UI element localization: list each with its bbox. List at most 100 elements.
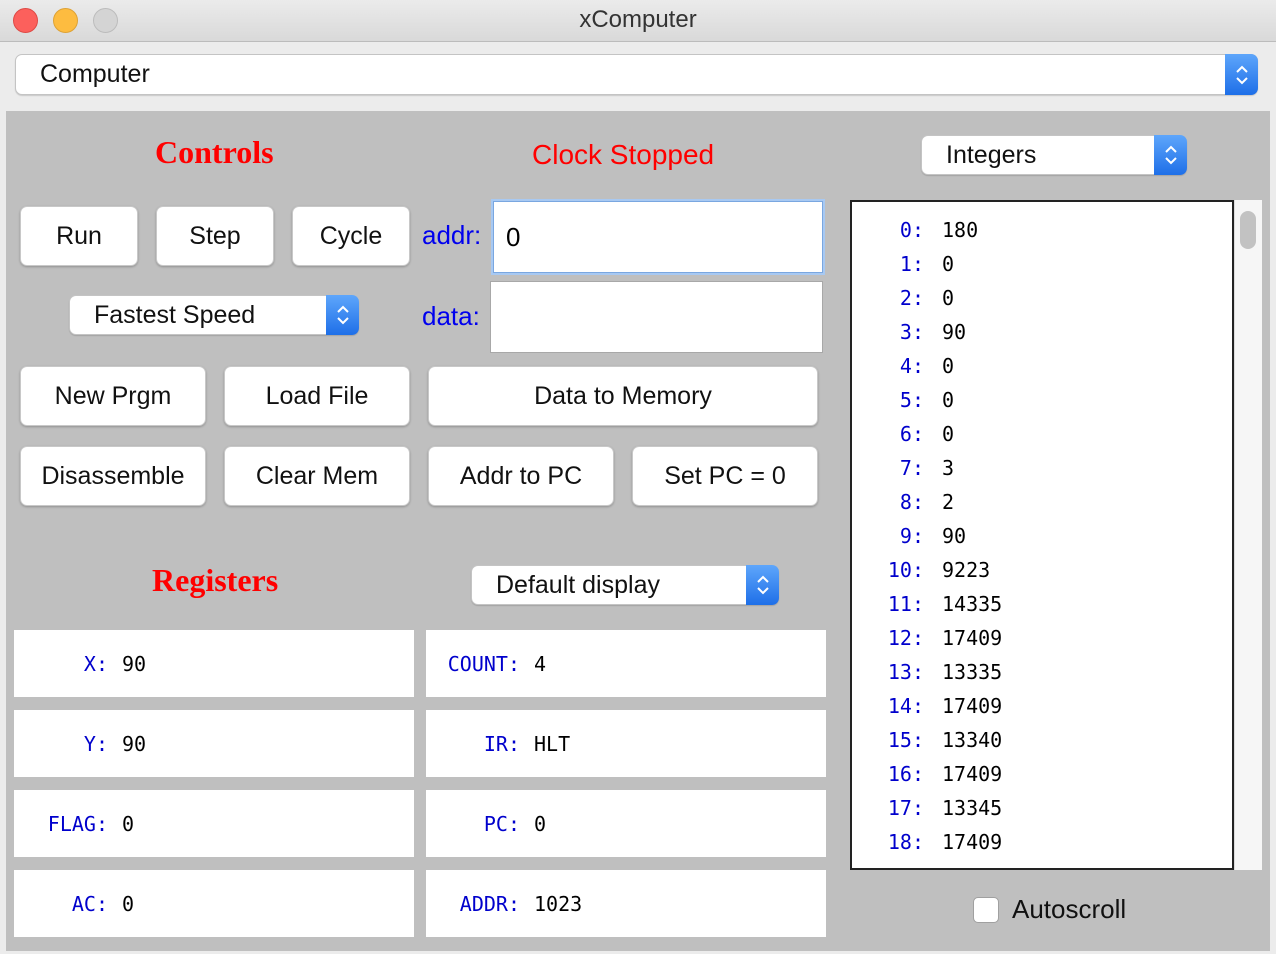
register-name: AC: (71, 891, 108, 916)
memory-format-value: Integers (946, 140, 1037, 169)
register-addr: ADDR: 1023 (426, 870, 826, 937)
addr-value: 0 (506, 221, 521, 252)
memory-list[interactable]: 0: 180 1: 0 2: 0 3: 90 4: 0 5: 0 6: 0 7: 3 8: 2 9: 90 10: 922… (850, 200, 1234, 870)
memory-address: 6: (899, 422, 924, 446)
register-ir: IR: HLT (426, 710, 826, 777)
register-name: Y: (83, 731, 108, 756)
memory-address: 3: (899, 320, 924, 344)
memory-row[interactable]: 14: 17409 (852, 689, 1002, 723)
memory-value: 9223 (942, 558, 991, 582)
memory-row[interactable]: 18: 17409 (852, 825, 1002, 859)
memory-address: 2: (899, 286, 924, 310)
memory-row[interactable]: 11: 14335 (852, 587, 1002, 621)
autoscroll-label: Autoscroll (1012, 894, 1127, 924)
memory-row[interactable]: 13: 13335 (852, 655, 1002, 689)
speed-select[interactable]: Fastest Speed (69, 295, 359, 335)
controls-heading: Controls (155, 134, 274, 170)
memory-row[interactable]: 8: 2 (852, 485, 954, 519)
memory-value: 180 (942, 218, 979, 242)
data-to-memory-button[interactable]: Data to Memory (428, 366, 818, 426)
register-name: PC: (483, 811, 520, 836)
memory-scrollbar-thumb[interactable] (1240, 211, 1256, 249)
memory-value: 13340 (942, 728, 1003, 752)
memory-address: 10: (887, 558, 924, 582)
memory-row[interactable]: 10: 9223 (852, 553, 990, 587)
memory-address: 8: (899, 490, 924, 514)
memory-row[interactable]: 4: 0 (852, 349, 954, 383)
register-y: Y: 90 (14, 710, 414, 777)
addr-field[interactable]: 0 (493, 201, 823, 273)
data-field[interactable] (490, 281, 823, 353)
memory-row[interactable]: 1: 0 (852, 247, 954, 281)
load-file-button[interactable]: Load File (224, 366, 410, 426)
chevron-up-down-icon (746, 565, 779, 605)
memory-scrollbar[interactable] (1234, 200, 1262, 870)
memory-value: 90 (942, 524, 967, 548)
memory-row[interactable]: 3: 90 (852, 315, 966, 349)
memory-address: 4: (899, 354, 924, 378)
autoscroll-checkbox[interactable] (973, 897, 999, 923)
register-display-value: Default display (496, 570, 660, 599)
memory-row[interactable]: 2: 0 (852, 281, 954, 315)
memory-value: 13345 (942, 796, 1003, 820)
memory-address: 11: (887, 592, 924, 616)
memory-row[interactable]: 7: 3 (852, 451, 954, 485)
data-label: data: (422, 301, 480, 331)
register-name: COUNT: (447, 651, 520, 676)
memory-value: 0 (942, 354, 955, 378)
chevron-up-down-icon (1225, 54, 1258, 95)
set-pc-zero-button[interactable]: Set PC = 0 (632, 446, 818, 506)
run-button[interactable]: Run (20, 206, 138, 266)
step-button[interactable]: Step (156, 206, 274, 266)
memory-value: 17409 (942, 762, 1003, 786)
memory-value: 0 (942, 286, 955, 310)
register-pc: PC: 0 (426, 790, 826, 857)
memory-address: 18: (887, 830, 924, 854)
register-name: FLAG: (47, 811, 108, 836)
memory-address: 7: (899, 456, 924, 480)
register-value: 90 (122, 731, 147, 756)
mode-select-value: Computer (40, 60, 150, 88)
cycle-button[interactable]: Cycle (292, 206, 410, 266)
memory-value: 0 (942, 252, 955, 276)
memory-address: 15: (887, 728, 924, 752)
register-x: X: 90 (14, 630, 414, 697)
register-name: IR: (483, 731, 520, 756)
register-value: 0 (122, 811, 135, 836)
disassemble-button[interactable]: Disassemble (20, 446, 206, 506)
memory-address: 17: (887, 796, 924, 820)
addr-to-pc-button[interactable]: Addr to PC (428, 446, 614, 506)
memory-format-select[interactable]: Integers (921, 135, 1187, 175)
memory-row[interactable]: 6: 0 (852, 417, 954, 451)
new-program-button[interactable]: New Prgm (20, 366, 206, 426)
registers-heading: Registers (152, 562, 279, 598)
window-title: xComputer (579, 6, 697, 33)
memory-value: 0 (942, 388, 955, 412)
memory-address: 0: (899, 218, 924, 242)
register-display-select[interactable]: Default display (471, 565, 779, 605)
memory-address: 1: (899, 252, 924, 276)
register-ac: AC: 0 (14, 870, 414, 937)
memory-row[interactable]: 9: 90 (852, 519, 966, 553)
memory-value: 3 (942, 456, 955, 480)
memory-row[interactable]: 12: 17409 (852, 621, 1002, 655)
memory-address: 13: (887, 660, 924, 684)
addr-label: addr: (422, 220, 482, 250)
memory-value: 17409 (942, 694, 1003, 718)
clear-memory-button[interactable]: Clear Mem (224, 446, 410, 506)
mode-select[interactable]: Computer (15, 54, 1258, 95)
memory-row[interactable]: 0: 180 (852, 213, 978, 247)
memory-row[interactable]: 5: 0 (852, 383, 954, 417)
memory-address: 5: (899, 388, 924, 412)
memory-row[interactable]: 16: 17409 (852, 757, 1002, 791)
clock-status: Clock Stopped (532, 139, 715, 170)
register-value: HLT (534, 731, 571, 756)
memory-value: 0 (942, 422, 955, 446)
register-flag: FLAG: 0 (14, 790, 414, 857)
memory-value: 2 (942, 490, 955, 514)
memory-value: 17409 (942, 626, 1003, 650)
memory-address: 9: (899, 524, 924, 548)
memory-row[interactable]: 15: 13340 (852, 723, 1002, 757)
register-value: 0 (122, 891, 135, 916)
memory-row[interactable]: 17: 13345 (852, 791, 1002, 825)
